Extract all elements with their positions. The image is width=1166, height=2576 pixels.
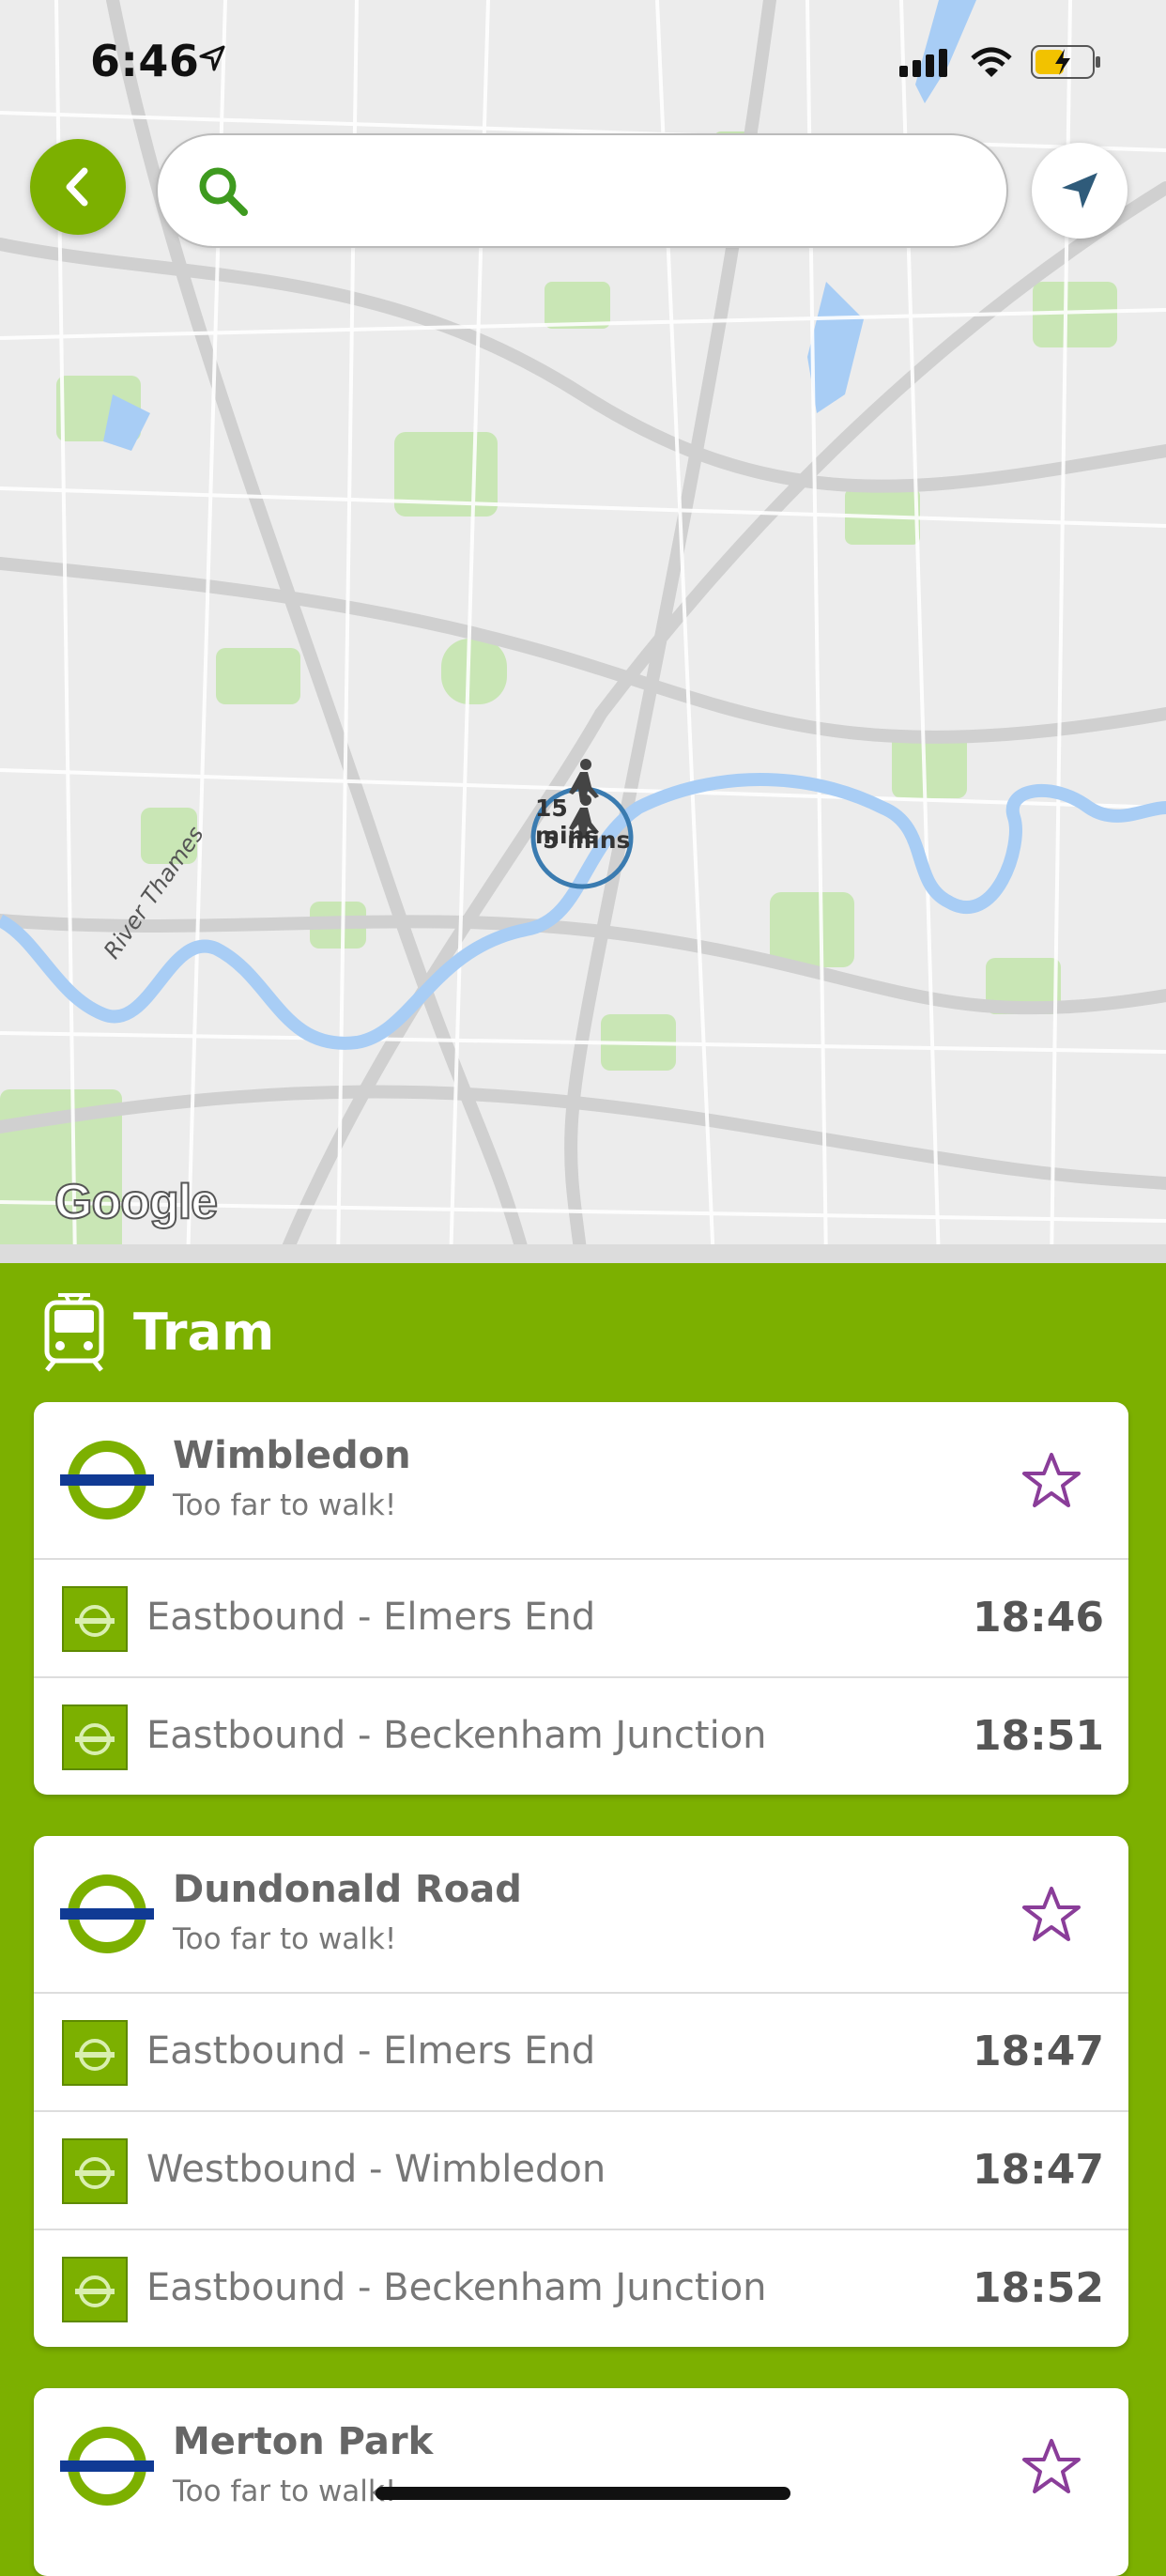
stop-card[interactable]: Merton Park Too far to walk! [34,2388,1128,2576]
search-input[interactable] [270,154,969,229]
departure-direction: Eastbound - Beckenham Junction [146,2266,767,2309]
stop-walk-status: Too far to walk! [173,1922,397,1956]
location-services-icon [197,43,227,77]
cellular-signal-icon [899,49,952,81]
tram-panel: Tram Wimbledon Too far to walk! Eastboun… [0,1263,1166,2576]
departure-time: 18:47 [972,2028,1104,2075]
stop-name: Merton Park [173,2420,434,2463]
departure-direction: Westbound - Wimbledon [146,2148,606,2191]
status-time: 6:46 [90,36,200,86]
stop-name: Wimbledon [173,1434,411,1477]
navigation-arrow-icon [1062,173,1097,208]
stop-header[interactable]: Dundonald Road Too far to walk! [34,1836,1128,1994]
wifi-icon [971,47,1012,83]
battery-charging-icon [1031,45,1102,83]
walk-radius-marker[interactable]: 15 mins 5 mins [526,751,638,902]
chevron-left-icon [66,167,88,207]
star-outline-icon[interactable] [1021,1885,1082,1943]
tram-roundel-small-icon [62,1586,128,1652]
stop-header[interactable]: Wimbledon Too far to walk! [34,1402,1128,1560]
walk-time-label: 5 mins [543,826,631,854]
home-indicator[interactable] [376,2487,790,2500]
back-button[interactable] [30,139,126,235]
departure-row[interactable]: Eastbound - Beckenham Junction 18:52 [34,2230,1128,2347]
departure-time: 18:52 [972,2264,1104,2312]
tram-roundel-small-icon [62,1704,128,1770]
status-bar: 6:46 [0,0,1166,122]
tram-roundel-small-icon [62,2257,128,2322]
departure-time: 18:46 [972,1594,1104,1642]
stop-name: Dundonald Road [173,1868,522,1911]
departure-direction: Eastbound - Beckenham Junction [146,1714,767,1757]
departure-direction: Eastbound - Elmers End [146,2029,596,2073]
departure-time: 18:51 [972,1712,1104,1760]
departure-time: 18:47 [972,2146,1104,2194]
stop-walk-status: Too far to walk! [173,2475,397,2508]
tram-icon [44,1293,104,1372]
tram-roundel-small-icon [62,2020,128,2086]
departure-direction: Eastbound - Elmers End [146,1596,596,1639]
locate-me-button[interactable] [1032,143,1128,239]
google-attribution: Google [54,1174,219,1230]
map-view[interactable]: 6:46 15 mins 5 mins River Thames Google [0,0,1166,1263]
departure-row[interactable]: Westbound - Wimbledon 18:47 [34,2112,1128,2230]
search-icon [199,167,248,216]
tram-roundel-icon [60,1441,154,1519]
panel-title: Tram [133,1303,275,1362]
star-outline-icon[interactable] [1021,1451,1082,1509]
tram-roundel-small-icon [62,2138,128,2204]
search-bar[interactable] [156,133,1008,248]
stop-card[interactable]: Wimbledon Too far to walk! Eastbound - E… [34,1402,1128,1795]
stop-card[interactable]: Dundonald Road Too far to walk! Eastboun… [34,1836,1128,2347]
star-outline-icon[interactable] [1021,2437,1082,2495]
stop-walk-status: Too far to walk! [173,1489,397,1522]
departure-row[interactable]: Eastbound - Elmers End 18:46 [34,1560,1128,1678]
departure-row[interactable]: Eastbound - Beckenham Junction 18:51 [34,1678,1128,1795]
departure-row[interactable]: Eastbound - Elmers End 18:47 [34,1994,1128,2112]
tram-roundel-icon [60,1874,154,1953]
tram-roundel-icon [60,2427,154,2506]
stop-header[interactable]: Merton Park Too far to walk! [34,2388,1128,2544]
